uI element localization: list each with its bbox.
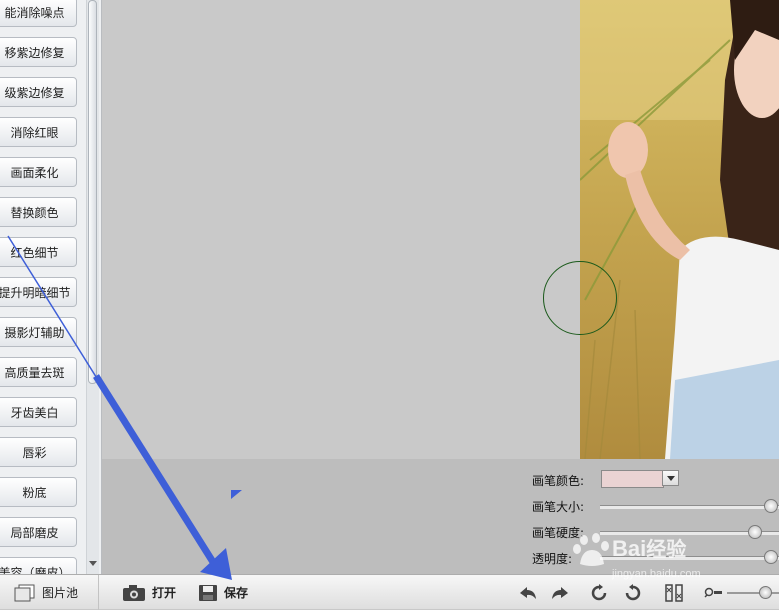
picture-pool-button[interactable]: 图片池 (14, 575, 99, 610)
tool-photo-light-button[interactable]: 摄影灯辅助 (0, 317, 77, 347)
brush-size-slider[interactable] (600, 499, 779, 513)
rotate-left-icon[interactable] (589, 583, 611, 603)
camera-icon (123, 584, 145, 601)
redo-icon[interactable] (549, 583, 571, 603)
brush-color-swatch[interactable] (601, 470, 664, 488)
tool-teeth-whiten-button[interactable]: 牙齿美白 (0, 397, 77, 427)
undo-icon[interactable] (517, 583, 539, 603)
zoom-slider-knob[interactable] (759, 586, 772, 599)
scrollbar-thumb[interactable] (88, 0, 97, 384)
brush-cursor (543, 261, 617, 335)
opacity-knob[interactable] (764, 550, 778, 564)
tool-red-detail-button[interactable]: 红色细节 (0, 237, 77, 267)
tool-panel-scrollbar[interactable] (86, 0, 99, 574)
tool-beauty-smooth-button[interactable]: 美容（磨皮） (0, 557, 77, 574)
tool-smart-denoise-button[interactable]: 能消除噪点 (0, 0, 77, 27)
bottom-toolbar: 图片池 打开 保存 (0, 574, 779, 610)
tool-replace-color-button[interactable]: 替换颜色 (0, 197, 77, 227)
save-label: 保存 (224, 586, 249, 600)
image-canvas[interactable] (102, 0, 779, 459)
brush-size-knob[interactable] (764, 499, 778, 513)
picture-pool-label: 图片池 (42, 586, 79, 600)
photo (580, 0, 779, 459)
tool-local-smooth-button[interactable]: 局部磨皮 (0, 517, 77, 547)
tool-spot-removal-button[interactable]: 高质量去斑 (0, 357, 77, 387)
brush-hardness-slider[interactable] (600, 525, 779, 539)
tool-lip-color-button[interactable]: 唇彩 (0, 437, 77, 467)
tool-red-eye-button[interactable]: 消除红眼 (0, 117, 77, 147)
brush-hardness-knob[interactable] (748, 525, 762, 539)
rotate-right-icon[interactable] (621, 583, 643, 603)
tool-panel: 能消除噪点 移紫边修复 级紫边修复 消除红眼 画面柔化 替换颜色 红色细节 提升… (0, 0, 102, 574)
brush-options-panel: 画笔颜色: 画笔大小: 画笔硬度: 透明度: (102, 459, 779, 574)
compare-icon[interactable] (663, 583, 685, 603)
chevron-down-icon (666, 475, 675, 481)
opacity-label: 透明度: (532, 552, 573, 566)
zoom-slider[interactable] (727, 586, 779, 599)
open-label: 打开 (152, 586, 177, 600)
brush-hardness-label: 画笔硬度: (532, 526, 585, 540)
brush-color-dropdown-button[interactable] (662, 470, 679, 486)
tool-light-dark-detail-button[interactable]: 提升明暗细节 (0, 277, 77, 307)
save-disk-icon (199, 584, 217, 601)
picture-pool-icon (14, 584, 35, 601)
scroll-down-icon[interactable] (89, 561, 97, 566)
zoom-out-icon[interactable] (702, 583, 724, 603)
tool-advanced-purple-fringe-button[interactable]: 级紫边修复 (0, 77, 77, 107)
brush-color-label: 画笔颜色: (532, 474, 585, 488)
save-button[interactable]: 保存 (198, 575, 248, 610)
tool-soften-button[interactable]: 画面柔化 (0, 157, 77, 187)
open-button[interactable]: 打开 (122, 575, 176, 610)
portrait-photo (580, 0, 779, 459)
opacity-slider[interactable] (600, 550, 779, 564)
triangle-marker-icon (231, 490, 242, 499)
tool-foundation-button[interactable]: 粉底 (0, 477, 77, 507)
tool-purple-fringe-remove-button[interactable]: 移紫边修复 (0, 37, 77, 67)
brush-size-label: 画笔大小: (532, 500, 585, 514)
